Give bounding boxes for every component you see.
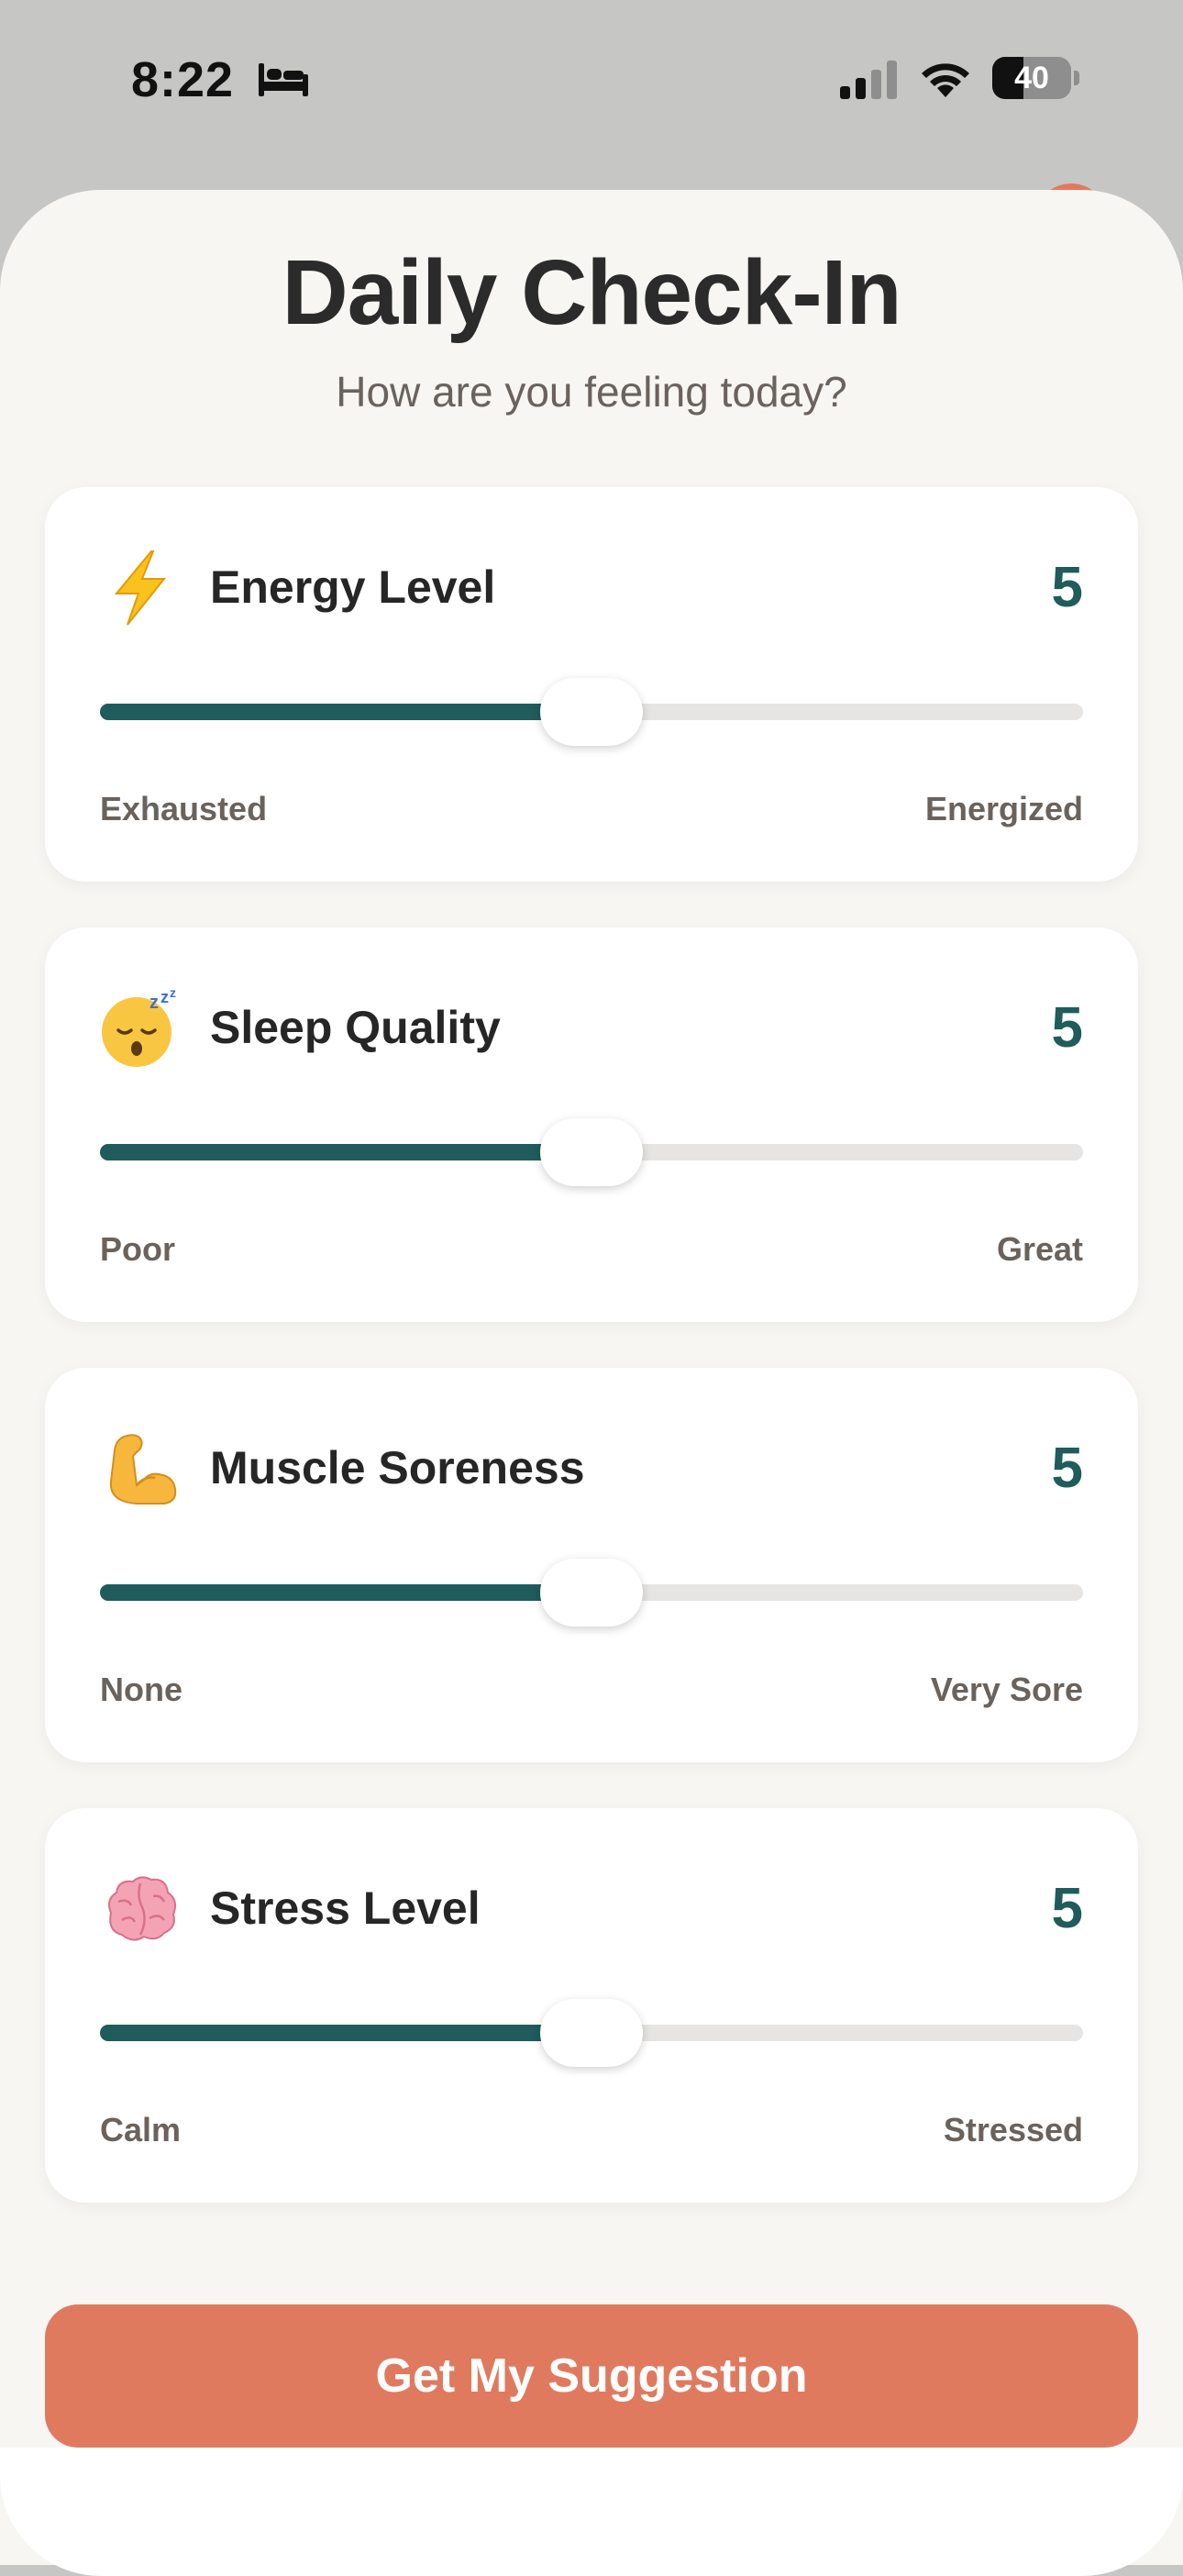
slider-min-label: Poor [100,1230,176,1268]
slider-fill [100,704,592,720]
slider-fill [100,1584,592,1601]
status-bar: 8:22 40 [0,0,1183,165]
wifi-icon [922,63,969,97]
battery-level: 40 [1014,61,1049,95]
slider-max-label: Energized [924,790,1083,827]
slider-min-label: None [100,1671,182,1708]
page-subtitle: How are you feeling today? [336,368,847,416]
slider-fill [100,1144,592,1160]
metric-card-muscle: Muscle Soreness 5 None Very Sore [45,1368,1138,1762]
metric-card-energy: Energy Level 5 Exhausted Energized [45,487,1138,882]
slider-thumb[interactable] [540,1559,643,1627]
metric-card-sleep: z z z Sleep Quality 5 Poor Great [45,927,1138,1322]
sleep-slider[interactable] [100,1118,1083,1186]
slider-thumb[interactable] [540,1999,643,2067]
sleeping-face-icon: z z z [102,988,176,1067]
metric-value: 5 [1051,556,1083,619]
metric-label: Sleep Quality [210,1002,501,1053]
metric-label: Energy Level [210,561,496,613]
slider-min-label: Calm [100,2111,182,2149]
muscle-slider[interactable] [100,1559,1083,1627]
metric-value: 5 [1051,996,1083,1060]
cellular-signal-icon [840,61,897,99]
slider-max-label: Great [996,1230,1083,1268]
page-title: Daily Check-In [282,241,901,344]
stress-slider[interactable] [100,1999,1083,2067]
metric-value: 5 [1051,1437,1083,1500]
slider-thumb[interactable] [540,678,643,746]
slider-fill [100,2025,592,2041]
metric-label: Stress Level [210,1882,481,1934]
metric-label: Muscle Soreness [210,1442,585,1493]
flexed-biceps-icon [109,1434,177,1505]
svg-text:z: z [160,988,169,1006]
lightning-bolt-icon [114,550,167,626]
metric-card-stress: Stress Level 5 Calm Stressed [45,1808,1138,2203]
slider-max-label: Very Sore [930,1671,1083,1708]
slider-max-label: Stressed [943,2111,1083,2149]
svg-text:z: z [170,988,176,1000]
energy-slider[interactable] [100,678,1083,746]
metric-value: 5 [1051,1877,1083,1940]
svg-text:z: z [149,993,159,1013]
bed-icon [259,63,308,96]
brain-icon [108,1876,176,1941]
battery-icon: 40 [992,57,1080,99]
slider-min-label: Exhausted [100,790,268,827]
status-time: 8:22 [131,52,235,107]
get-suggestion-button[interactable]: Get My Suggestion [45,2304,1138,2448]
slider-thumb[interactable] [540,1118,643,1186]
sheet-bottom [0,2448,1183,2576]
